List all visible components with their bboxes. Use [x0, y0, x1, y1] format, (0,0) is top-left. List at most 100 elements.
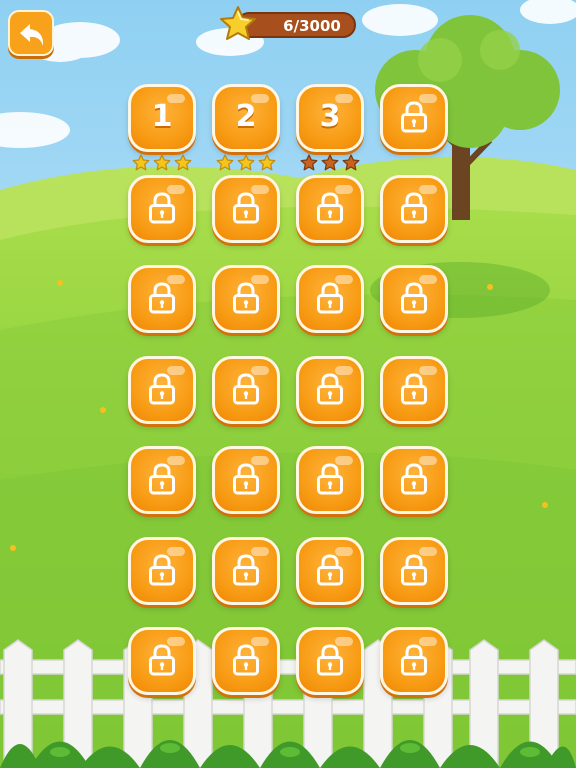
- level-number: 1: [151, 99, 173, 134]
- back-button[interactable]: [8, 10, 54, 56]
- lock-icon: [149, 644, 175, 676]
- level-button-1[interactable]: 1: [128, 84, 196, 171]
- level-tile: [128, 174, 196, 243]
- lock-icon: [401, 101, 427, 133]
- star-icon: [220, 6, 256, 40]
- lock-icon: [401, 644, 427, 676]
- lock-icon: [317, 463, 343, 495]
- level-tile: [296, 355, 364, 424]
- level-tile: [296, 265, 364, 333]
- level-tile: 3: [296, 84, 364, 152]
- level-button-3[interactable]: 3: [296, 84, 364, 171]
- level-tile: [212, 536, 280, 605]
- level-button-locked[interactable]: [380, 355, 448, 424]
- level-button-locked[interactable]: [296, 355, 364, 424]
- lock-icon: [149, 463, 175, 495]
- lock-icon: [233, 372, 259, 404]
- level-button-locked[interactable]: [296, 265, 364, 333]
- level-tile: [212, 355, 280, 424]
- level-button-locked[interactable]: [212, 446, 280, 514]
- level-tile: [380, 627, 448, 695]
- level-button-locked[interactable]: [212, 536, 280, 605]
- lock-icon: [401, 553, 427, 585]
- lock-icon: [149, 191, 175, 223]
- level-button-locked[interactable]: [380, 174, 448, 243]
- lock-icon: [401, 372, 427, 404]
- level-tile: [212, 265, 280, 333]
- score-text: 6/3000: [283, 17, 341, 35]
- lock-icon: [401, 282, 427, 314]
- level-number: 3: [319, 99, 341, 134]
- level-tile: [380, 84, 448, 152]
- level-tile: [128, 446, 196, 514]
- star-icon: [300, 154, 318, 171]
- level-button-locked[interactable]: [296, 627, 364, 695]
- level-button-locked[interactable]: [128, 627, 196, 695]
- level-tile: [296, 174, 364, 243]
- level-button-locked[interactable]: [128, 355, 196, 424]
- lock-icon: [233, 282, 259, 314]
- star-icon: [321, 154, 339, 171]
- level-number: 2: [235, 99, 257, 134]
- level-stars: [300, 154, 360, 172]
- level-button-locked[interactable]: [380, 84, 448, 152]
- level-tile: [128, 265, 196, 333]
- level-tile: [296, 536, 364, 605]
- star-icon: [258, 154, 276, 171]
- lock-icon: [149, 553, 175, 585]
- level-button-locked[interactable]: [212, 355, 280, 424]
- level-tile: [128, 627, 196, 695]
- level-button-locked[interactable]: [380, 265, 448, 333]
- level-button-locked[interactable]: [128, 265, 196, 333]
- level-button-locked[interactable]: [380, 627, 448, 695]
- lock-icon: [401, 463, 427, 495]
- lock-icon: [233, 191, 259, 223]
- level-tile: 1: [128, 84, 196, 152]
- level-button-locked[interactable]: [380, 446, 448, 514]
- level-button-locked[interactable]: [128, 446, 196, 514]
- level-tile: [212, 627, 280, 695]
- level-button-locked[interactable]: [296, 536, 364, 605]
- level-button-locked[interactable]: [128, 536, 196, 605]
- level-button-locked[interactable]: [380, 536, 448, 605]
- level-tile: [212, 446, 280, 514]
- level-tile: 2: [212, 84, 280, 152]
- star-icon: [216, 154, 234, 171]
- lock-icon: [317, 191, 343, 223]
- star-icon: [342, 154, 360, 171]
- level-grid: 1 2 3: [128, 84, 452, 704]
- star-icon: [153, 154, 171, 171]
- level-stars: [216, 154, 276, 172]
- lock-icon: [317, 553, 343, 585]
- level-tile: [212, 174, 280, 243]
- lock-icon: [317, 372, 343, 404]
- level-tile: [128, 355, 196, 424]
- level-button-locked[interactable]: [212, 174, 280, 243]
- lock-icon: [149, 372, 175, 404]
- lock-icon: [233, 463, 259, 495]
- lock-icon: [317, 282, 343, 314]
- level-button-locked[interactable]: [296, 174, 364, 243]
- lock-icon: [233, 553, 259, 585]
- level-button-locked[interactable]: [296, 446, 364, 514]
- level-tile: [296, 627, 364, 695]
- star-icon: [237, 154, 255, 171]
- level-button-2[interactable]: 2: [212, 84, 280, 171]
- level-tile: [128, 536, 196, 605]
- lock-icon: [233, 644, 259, 676]
- lock-icon: [149, 282, 175, 314]
- level-tile: [380, 355, 448, 424]
- level-button-locked[interactable]: [212, 627, 280, 695]
- level-tile: [380, 174, 448, 243]
- star-icon: [132, 154, 150, 171]
- back-arrow-icon: [20, 24, 44, 46]
- level-stars: [132, 154, 192, 172]
- lock-icon: [401, 191, 427, 223]
- level-tile: [296, 446, 364, 514]
- level-button-locked[interactable]: [212, 265, 280, 333]
- level-tile: [380, 265, 448, 333]
- star-icon: [174, 154, 192, 171]
- level-tile: [380, 536, 448, 605]
- level-tile: [380, 446, 448, 514]
- level-button-locked[interactable]: [128, 174, 196, 243]
